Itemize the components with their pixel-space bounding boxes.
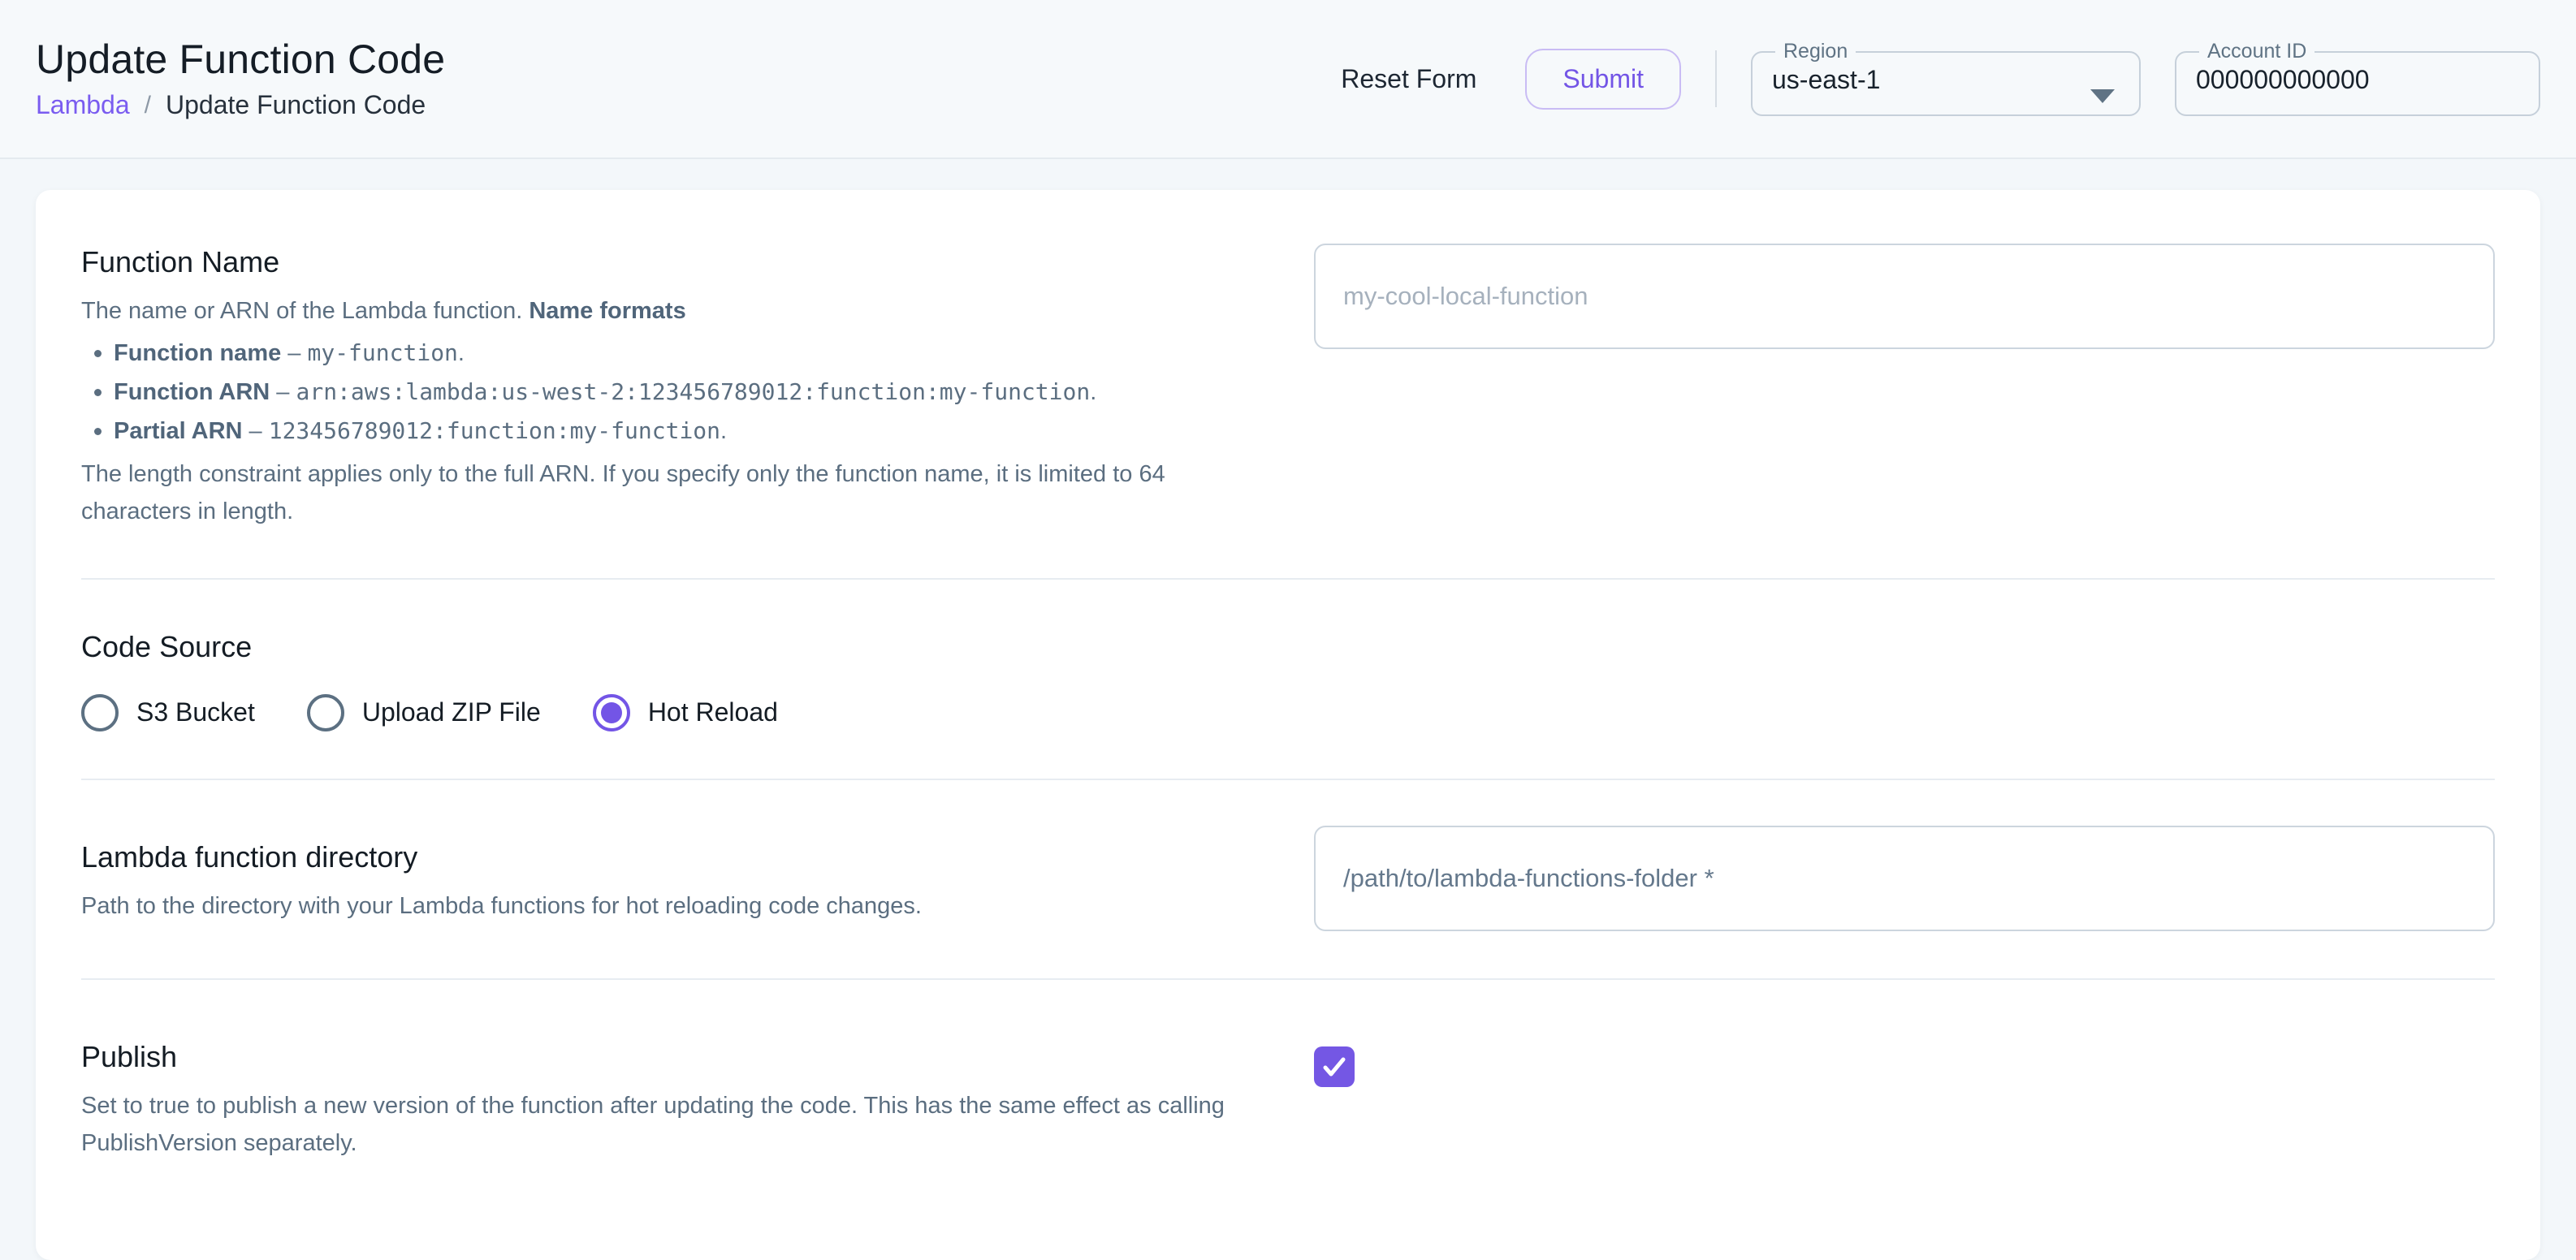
publish-checkbox[interactable] (1314, 1046, 1355, 1087)
header-title-block: Update Function Code Lambda / Update Fun… (36, 37, 445, 120)
bullet-icon (94, 428, 102, 435)
section-directory: Lambda function directory Path to the di… (81, 826, 2495, 931)
reset-form-button[interactable]: Reset Form (1318, 50, 1499, 109)
section-divider (81, 578, 2495, 580)
radio-upload-zip-file[interactable]: Upload ZIP File (307, 694, 541, 731)
check-icon (1320, 1053, 1348, 1081)
page-title: Update Function Code (36, 37, 445, 82)
directory-input[interactable] (1314, 826, 2495, 931)
function-name-info: Function Name The name or ARN of the Lam… (81, 222, 1314, 531)
publish-checkbox-col (1314, 1025, 2495, 1087)
header-divider (1715, 50, 1717, 107)
publish-heading: Publish (81, 1038, 1282, 1075)
region-select[interactable]: Region us-east-1 (1751, 41, 2141, 116)
region-label: Region (1775, 41, 1856, 62)
submit-button[interactable]: Submit (1525, 49, 1681, 110)
breadcrumb-separator: / (145, 92, 151, 119)
directory-description: Path to the directory with your Lambda f… (81, 888, 1282, 926)
section-divider (81, 978, 2495, 980)
function-name-heading: Function Name (81, 244, 1282, 280)
section-divider (81, 779, 2495, 780)
code-source-radio-group: S3 Bucket Upload ZIP File Hot Reload (81, 694, 2495, 731)
name-format-list: Function name – my-function. Function AR… (81, 337, 1282, 449)
function-name-input[interactable] (1314, 244, 2495, 349)
list-item: Function ARN – arn:aws:lambda:us-west-2:… (81, 376, 1282, 409)
radio-hot-reload[interactable]: Hot Reload (593, 694, 778, 731)
chevron-down-icon (2090, 89, 2115, 103)
bullet-icon (94, 350, 102, 357)
radio-selected-icon[interactable] (593, 694, 630, 731)
header-actions: Reset Form Submit Region us-east-1 Accou… (1318, 41, 2540, 116)
bullet-icon (94, 389, 102, 396)
publish-description: Set to true to publish a new version of … (81, 1088, 1267, 1163)
section-code-source: Code Source S3 Bucket Upload ZIP File Ho… (81, 628, 2495, 731)
list-item: Function name – my-function. (81, 337, 1282, 370)
radio-s3-bucket[interactable]: S3 Bucket (81, 694, 255, 731)
radio-icon[interactable] (307, 694, 344, 731)
radio-icon[interactable] (81, 694, 119, 731)
account-id-value: 000000000000 (2196, 65, 2519, 95)
publish-info: Publish Set to true to publish a new ver… (81, 1025, 1314, 1163)
function-name-input-col (1314, 222, 2495, 349)
account-id-field[interactable]: Account ID 000000000000 (2175, 41, 2540, 116)
breadcrumb: Lambda / Update Function Code (36, 90, 445, 120)
page-header: Update Function Code Lambda / Update Fun… (0, 0, 2576, 159)
section-function-name: Function Name The name or ARN of the Lam… (81, 222, 2495, 531)
code-source-heading: Code Source (81, 628, 2495, 665)
breadcrumb-current: Update Function Code (166, 90, 426, 120)
directory-input-col (1314, 826, 2495, 931)
directory-heading: Lambda function directory (81, 839, 1282, 875)
section-publish: Publish Set to true to publish a new ver… (81, 1025, 2495, 1163)
list-item: Partial ARN – 123456789012:function:my-f… (81, 415, 1282, 448)
breadcrumb-link-lambda[interactable]: Lambda (36, 90, 130, 120)
directory-info: Lambda function directory Path to the di… (81, 826, 1314, 926)
function-name-constraint-note: The length constraint applies only to th… (81, 456, 1282, 531)
form-card: Function Name The name or ARN of the Lam… (36, 190, 2540, 1260)
function-name-description: The name or ARN of the Lambda function. … (81, 293, 1282, 330)
region-value: us-east-1 (1772, 65, 2120, 95)
account-id-label: Account ID (2199, 41, 2315, 62)
